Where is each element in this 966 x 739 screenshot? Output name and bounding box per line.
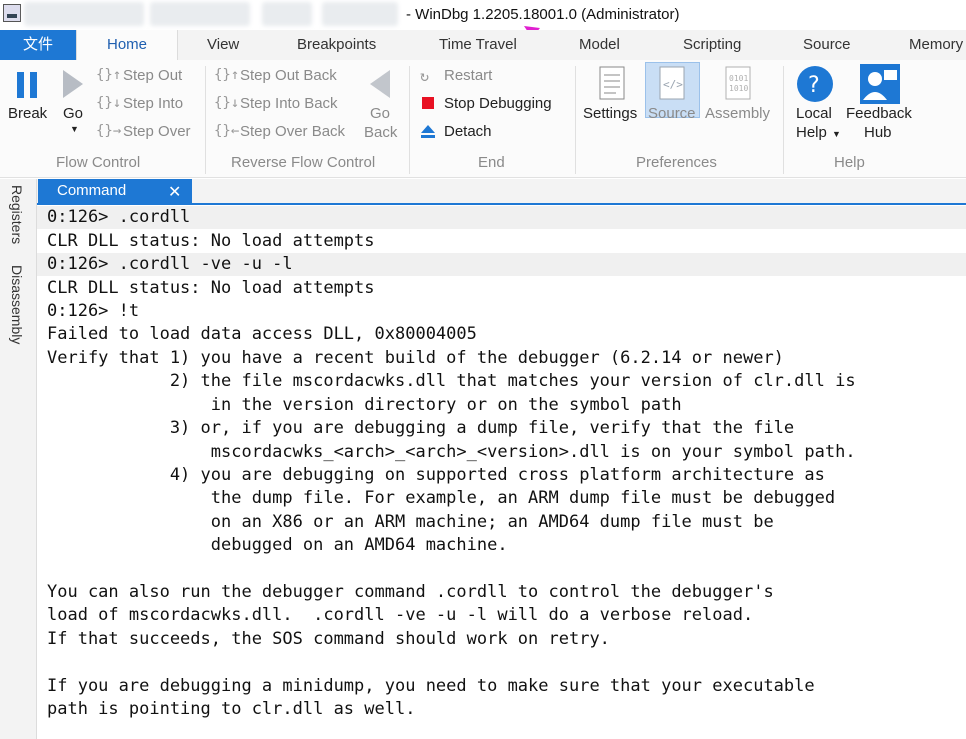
local-help-label-help: Help <box>796 124 827 141</box>
step-into-back-icon: {}↓ <box>214 95 240 111</box>
output-line: 4) you are debugging on supported cross … <box>47 465 825 485</box>
group-label-end: End <box>478 154 505 171</box>
svg-text:1010: 1010 <box>729 84 748 93</box>
group-label-help: Help <box>834 154 865 171</box>
output-line: If you are debugging a minidump, you nee… <box>47 676 815 696</box>
tab-model[interactable]: Model <box>579 30 620 60</box>
tab-view[interactable]: View <box>207 30 239 60</box>
group-divider <box>783 66 784 174</box>
command-tab-title: Command <box>57 182 127 199</box>
output-line: in the version directory or on the symbo… <box>47 395 682 415</box>
step-into-icon: {}↓ <box>96 95 122 111</box>
tab-command[interactable]: Command ✕ <box>38 179 192 204</box>
tab-home[interactable]: Home <box>76 30 178 60</box>
close-icon[interactable]: ✕ <box>168 182 181 202</box>
output-line: 2) the file mscordacwks.dll that matches… <box>47 371 856 391</box>
title-bar: - WinDbg 1.2205.18001.0 (Administrator) <box>0 0 966 48</box>
step-out-button[interactable]: Step Out <box>123 67 182 84</box>
redacted-title-block <box>322 2 398 26</box>
tab-file[interactable]: 文件 <box>0 30 76 60</box>
group-label-preferences: Preferences <box>636 154 717 171</box>
output-line: 3) or, if you are debugging a dump file,… <box>47 418 795 438</box>
redacted-title-block <box>262 2 312 26</box>
feedback-person-icon <box>860 64 900 104</box>
command-window-header: Command ✕ <box>37 179 966 205</box>
assembly-label: Assembly <box>705 105 771 122</box>
tab-memory[interactable]: Memory <box>909 30 963 60</box>
tab-disassembly[interactable]: Disassembly <box>9 265 25 344</box>
go-back-label-go: Go <box>370 105 391 122</box>
redacted-title-block <box>24 2 144 26</box>
local-help-label-local: Local <box>796 105 832 122</box>
output-line: Verify that 1) you have a recent build o… <box>47 348 784 368</box>
tab-scripting[interactable]: Scripting <box>683 30 741 60</box>
step-over-icon: {}→ <box>96 123 122 139</box>
eject-icon <box>421 125 435 138</box>
output-line: on an X86 or an ARM machine; an AMD64 du… <box>47 512 774 532</box>
break-label: Break <box>8 105 48 122</box>
settings-document-icon <box>599 66 625 100</box>
step-out-back-button[interactable]: Step Out Back <box>240 67 337 84</box>
step-over-back-icon: {}← <box>214 123 240 139</box>
output-line: 0:126> !t <box>47 301 140 321</box>
output-line: path is pointing to clr.dll as well. <box>47 699 416 719</box>
tab-time-travel[interactable]: Time Travel <box>439 30 517 60</box>
chevron-down-icon: ▼ <box>832 129 841 139</box>
step-into-button[interactable]: Step Into <box>123 95 183 112</box>
command-output[interactable]: 0:126> .cordll CLR DLL status: No load a… <box>37 206 966 739</box>
output-line: 0:126> .cordll -ve -u -l <box>47 254 293 274</box>
source-code-icon: </> <box>659 66 685 100</box>
settings-label: Settings <box>583 105 638 122</box>
group-divider <box>205 66 206 174</box>
stop-debugging-button[interactable]: Stop Debugging <box>444 95 552 112</box>
group-divider <box>409 66 410 174</box>
step-out-icon: {}↑ <box>96 67 122 83</box>
feedback-hub-label-hub: Hub <box>864 124 892 141</box>
output-line: 0:126> .cordll <box>47 207 191 227</box>
reverse-play-icon <box>370 70 390 98</box>
tab-breakpoints[interactable]: Breakpoints <box>297 30 376 60</box>
detach-button[interactable]: Detach <box>444 123 492 140</box>
step-out-back-icon: {}↑ <box>214 67 240 83</box>
go-label: Go <box>63 105 84 122</box>
windbg-app-icon[interactable] <box>3 4 21 22</box>
step-over-back-button[interactable]: Step Over Back <box>240 123 345 140</box>
output-line: CLR DLL status: No load attempts <box>47 231 375 251</box>
svg-text:?: ? <box>808 73 820 98</box>
go-back-label-back: Back <box>364 124 398 141</box>
step-into-back-button[interactable]: Step Into Back <box>240 95 338 112</box>
svg-text:0101: 0101 <box>729 74 748 83</box>
output-line: You can also run the debugger command .c… <box>47 582 774 602</box>
redacted-title-block <box>150 2 250 26</box>
restart-button[interactable]: Restart <box>444 67 492 84</box>
group-label-flow-control: Flow Control <box>56 154 141 171</box>
tab-registers[interactable]: Registers <box>9 185 25 244</box>
output-line: If that succeeds, the SOS command should… <box>47 629 610 649</box>
ribbon-tabs: 文件 Home View Breakpoints Time Travel Mod… <box>0 30 966 60</box>
feedback-hub-label-feedback: Feedback <box>846 105 912 122</box>
assembly-binary-icon: 0101 1010 <box>725 66 751 100</box>
play-icon <box>63 70 83 98</box>
group-label-reverse-flow: Reverse Flow Control <box>231 154 376 171</box>
help-question-icon: ? <box>797 66 833 102</box>
output-line: CLR DLL status: No load attempts <box>47 278 375 298</box>
source-label: Source <box>648 105 696 122</box>
ribbon-home: Break Go ▼ {}↑ Step Out {}↓ Step Into {}… <box>0 60 966 178</box>
step-over-button[interactable]: Step Over <box>123 123 191 140</box>
group-divider <box>575 66 576 174</box>
stop-icon <box>422 97 434 109</box>
output-line: the dump file. For example, an ARM dump … <box>47 488 836 508</box>
restart-icon: ↻ <box>420 67 430 85</box>
output-line: load of mscordacwks.dll. .cordll -ve -u … <box>47 605 754 625</box>
svg-text:</>: </> <box>663 78 683 91</box>
output-line: Failed to load data access DLL, 0x800040… <box>47 324 477 344</box>
output-line: debugged on an AMD64 machine. <box>47 535 508 555</box>
output-line: mscordacwks_<arch>_<arch>_<version>.dll … <box>47 442 856 462</box>
chevron-down-icon: ▼ <box>70 124 79 134</box>
tab-source[interactable]: Source <box>803 30 851 60</box>
side-panel: Registers Disassembly <box>0 179 37 739</box>
pause-icon <box>17 72 37 98</box>
